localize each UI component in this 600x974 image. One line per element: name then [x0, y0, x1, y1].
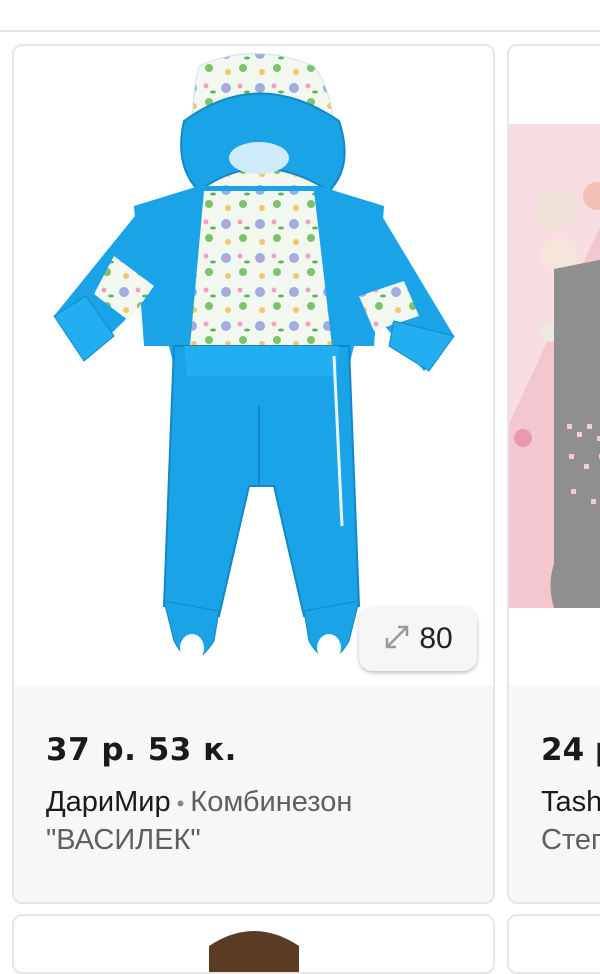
product-card[interactable]: 80 37 р. 53 к. ДариМир • Комбинезон "ВАСИЛ… [12, 44, 495, 904]
jumpsuit-illustration [53, 53, 455, 662]
top-divider [0, 30, 600, 32]
product-info-partial: 24 р Tash Стег [509, 686, 600, 902]
photo-count: 80 [419, 622, 453, 655]
next-product-image [209, 931, 299, 972]
shop-name[interactable]: ДариМир [46, 786, 171, 818]
product-info: 37 р. 53 к. ДариМир • Комбинезон "ВАСИЛЕК" [14, 686, 493, 902]
product-title[interactable]: Стег [541, 824, 600, 857]
product-card-next-partial[interactable] [507, 914, 600, 974]
product-title[interactable]: Комбинезон [190, 786, 352, 818]
product-image-partial[interactable] [509, 124, 600, 608]
product-card-partial[interactable]: 24 р Tash Стег [507, 44, 600, 904]
product-price: 37 р. 53 к. [46, 732, 237, 768]
knitted-item-illustration [509, 124, 600, 608]
product-price: 24 р [541, 732, 600, 768]
separator-dot: • [176, 791, 185, 816]
photo-count-badge[interactable]: 80 [359, 607, 477, 671]
product-title-line2[interactable]: "ВАСИЛЕК" [46, 824, 201, 857]
shop-name[interactable]: Tash [541, 786, 600, 819]
product-image[interactable]: 80 [14, 46, 493, 686]
expand-arrows-icon [383, 623, 411, 656]
product-card-next[interactable] [12, 914, 495, 974]
product-title-line1[interactable]: ДариМир • Комбинезон [46, 786, 352, 819]
